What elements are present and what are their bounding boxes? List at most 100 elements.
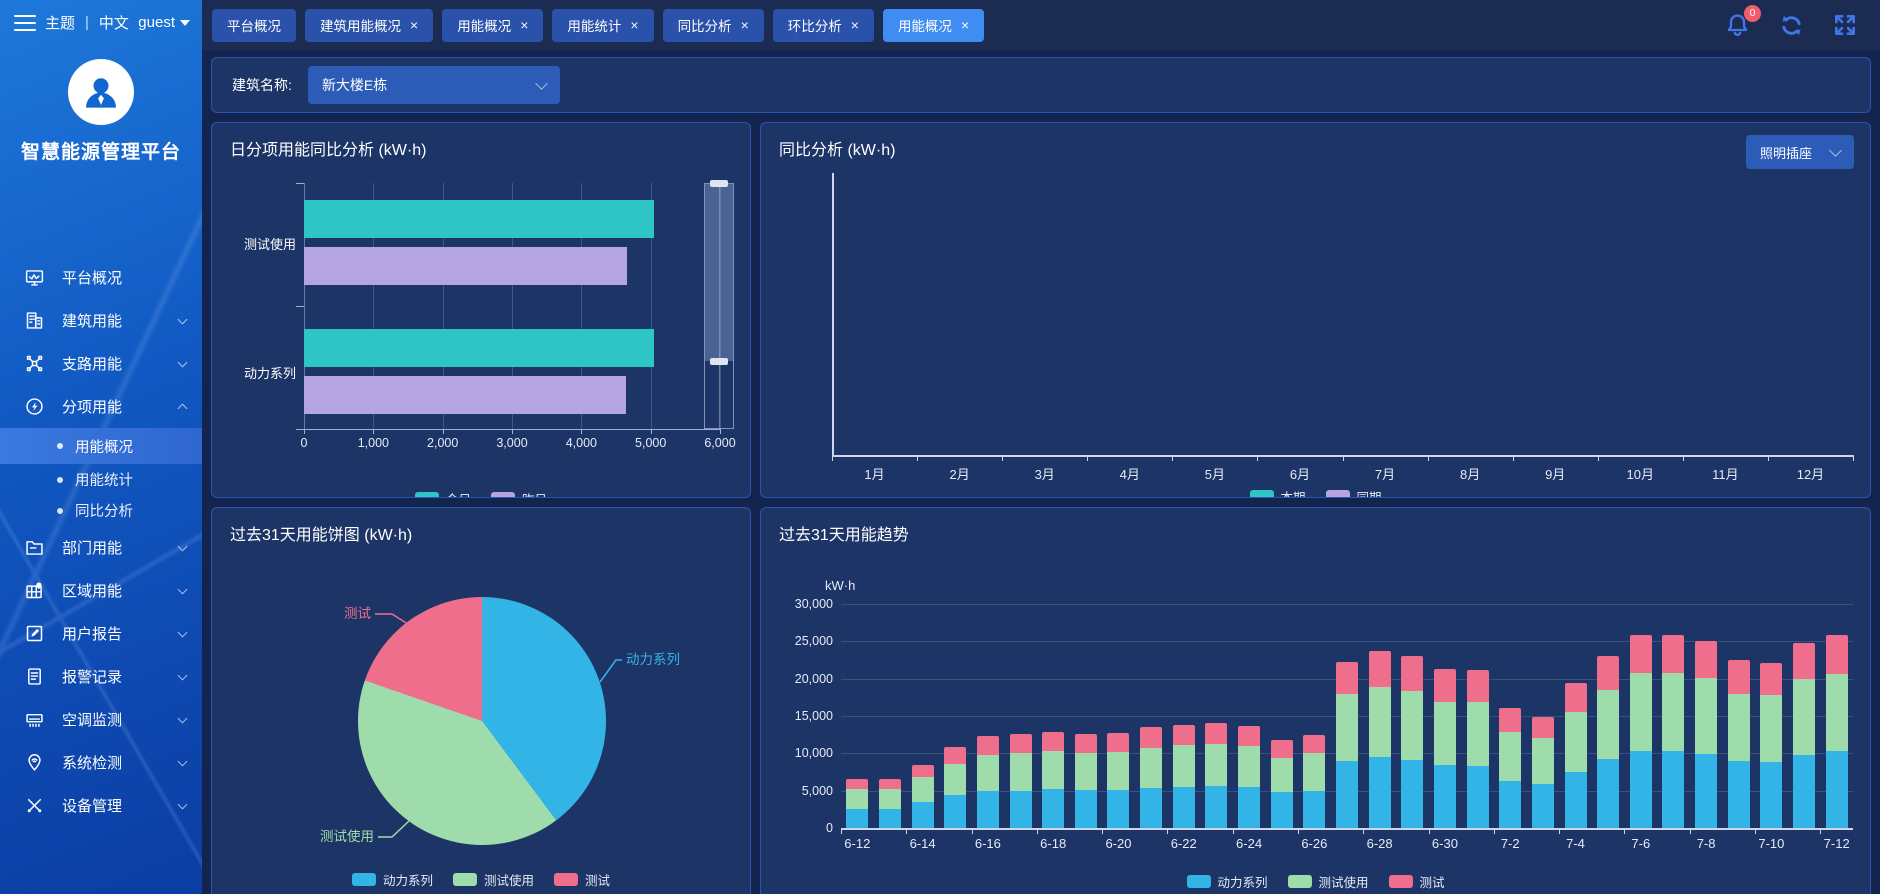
stacked-bar-动力系列[interactable] (1107, 790, 1129, 828)
legend-item[interactable]: 测试 (554, 870, 610, 889)
stacked-bar-测试[interactable] (1075, 734, 1097, 753)
category-select[interactable]: 照明插座 (1746, 135, 1854, 169)
sidebar-item-4[interactable]: 分项用能 (0, 385, 202, 428)
stacked-bar-测试[interactable] (1467, 670, 1489, 702)
stacked-bar-动力系列[interactable] (1336, 761, 1358, 828)
stacked-bar-测试使用[interactable] (1075, 753, 1097, 790)
stacked-bar-测试使用[interactable] (1205, 744, 1227, 787)
datazoom-selected-range[interactable] (705, 184, 733, 361)
stacked-bar-动力系列[interactable] (1369, 757, 1391, 828)
tab-close-icon[interactable]: × (410, 17, 418, 33)
user-menu[interactable]: guest (138, 14, 190, 31)
stacked-bar-动力系列[interactable] (1793, 755, 1815, 828)
stacked-bar-测试使用[interactable] (1434, 702, 1456, 765)
stacked-bar-测试使用[interactable] (1826, 674, 1848, 751)
tab-close-icon[interactable]: × (741, 17, 749, 33)
stacked-bar-测试使用[interactable] (944, 764, 966, 795)
datazoom-handle-bottom[interactable] (710, 358, 728, 365)
legend-item[interactable]: 测试使用 (453, 870, 534, 889)
tab-1[interactable]: 平台概况 (212, 9, 296, 42)
stacked-bar-动力系列[interactable] (1010, 791, 1032, 828)
sidebar-item-8[interactable]: 报警记录 (0, 655, 202, 698)
stacked-bar-测试使用[interactable] (1271, 758, 1293, 792)
sidebar-item-3[interactable]: 支路用能 (0, 342, 202, 385)
stacked-bar-动力系列[interactable] (1826, 751, 1848, 828)
stacked-bar-动力系列[interactable] (1173, 787, 1195, 828)
legend-item[interactable]: 同期 (1326, 487, 1382, 498)
stacked-bar-测试[interactable] (1271, 740, 1293, 758)
stacked-bar-测试使用[interactable] (1532, 738, 1554, 784)
datazoom-handle-top[interactable] (710, 180, 728, 187)
stacked-bar-动力系列[interactable] (1140, 788, 1162, 828)
fullscreen-icon[interactable] (1832, 12, 1858, 38)
stacked-bar-测试使用[interactable] (1173, 745, 1195, 787)
tab-4[interactable]: 用能统计× (552, 9, 653, 42)
stacked-bar-动力系列[interactable] (1075, 790, 1097, 828)
bar-今日[interactable] (304, 329, 654, 367)
theme-link[interactable]: 主题 (45, 12, 75, 33)
stacked-bar-动力系列[interactable] (846, 809, 868, 828)
stacked-bar-测试使用[interactable] (1499, 732, 1521, 781)
tab-6[interactable]: 环比分析× (773, 9, 874, 42)
tab-7[interactable]: 用能概况× (883, 9, 984, 42)
stacked-bar-测试[interactable] (1107, 733, 1129, 752)
stacked-bar-测试[interactable] (1597, 656, 1619, 690)
tab-5[interactable]: 同比分析× (663, 9, 764, 42)
stacked-bar-测试[interactable] (1728, 660, 1750, 694)
stacked-bar-测试[interactable] (1205, 723, 1227, 743)
stacked-bar-测试使用[interactable] (1760, 695, 1782, 762)
stacked-bar-动力系列[interactable] (1532, 784, 1554, 828)
stacked-bar-测试[interactable] (1826, 635, 1848, 673)
stacked-bar-测试使用[interactable] (846, 789, 868, 808)
stacked-bar-动力系列[interactable] (1630, 751, 1652, 828)
avatar[interactable] (68, 59, 134, 125)
stacked-bar-测试使用[interactable] (1695, 678, 1717, 754)
stacked-bar-测试使用[interactable] (879, 789, 901, 808)
stacked-bar-测试[interactable] (1238, 726, 1260, 746)
stacked-bar-测试使用[interactable] (1369, 687, 1391, 757)
stacked-bar-测试[interactable] (879, 779, 901, 789)
stacked-bar-动力系列[interactable] (1760, 762, 1782, 828)
sidebar-subitem[interactable]: 同比分析 (0, 495, 202, 526)
stacked-bar-测试[interactable] (1565, 683, 1587, 712)
stacked-bar-动力系列[interactable] (1467, 766, 1489, 828)
tab-2[interactable]: 建筑用能概况× (305, 9, 433, 42)
stacked-bar-测试使用[interactable] (912, 777, 934, 802)
stacked-bar-测试使用[interactable] (1140, 748, 1162, 788)
stacked-bar-测试[interactable] (1630, 635, 1652, 673)
stacked-bar-测试[interactable] (1010, 734, 1032, 753)
legend-item[interactable]: 测试 (1389, 872, 1445, 891)
stacked-bar-测试使用[interactable] (977, 755, 999, 792)
stacked-bar-动力系列[interactable] (1205, 786, 1227, 828)
stacked-bar-测试使用[interactable] (1042, 751, 1064, 789)
stacked-bar-动力系列[interactable] (1401, 760, 1423, 828)
sidebar-item-2[interactable]: 建筑用能 (0, 299, 202, 342)
stacked-bar-动力系列[interactable] (1695, 754, 1717, 828)
tab-3[interactable]: 用能概况× (442, 9, 543, 42)
refresh-icon[interactable] (1778, 12, 1805, 39)
stacked-bar-动力系列[interactable] (879, 809, 901, 828)
stacked-bar-动力系列[interactable] (1597, 759, 1619, 828)
legend-item[interactable]: 本期 (1249, 487, 1305, 498)
stacked-bar-测试[interactable] (1499, 708, 1521, 732)
stacked-bar-测试使用[interactable] (1336, 694, 1358, 760)
stacked-bar-测试使用[interactable] (1793, 679, 1815, 755)
stacked-bar-测试[interactable] (1434, 669, 1456, 702)
stacked-bar-测试使用[interactable] (1565, 712, 1587, 772)
stacked-bar-动力系列[interactable] (1499, 781, 1521, 828)
legend-item[interactable]: 动力系列 (1186, 872, 1267, 891)
stacked-bar-动力系列[interactable] (977, 791, 999, 828)
stacked-bar-测试使用[interactable] (1630, 673, 1652, 751)
stacked-bar-测试[interactable] (912, 765, 934, 778)
stacked-bar-动力系列[interactable] (1728, 761, 1750, 828)
stacked-bar-动力系列[interactable] (1238, 787, 1260, 828)
tab-close-icon[interactable]: × (961, 17, 969, 33)
legend-item[interactable]: 昨日 (491, 489, 547, 498)
stacked-bar-测试[interactable] (1401, 656, 1423, 691)
sidebar-item-10[interactable]: 系统检测 (0, 741, 202, 784)
bar-昨日[interactable] (304, 247, 627, 285)
stacked-bar-动力系列[interactable] (1042, 789, 1064, 828)
stacked-bar-动力系列[interactable] (1271, 792, 1293, 828)
stacked-bar-测试[interactable] (846, 779, 868, 789)
stacked-bar-测试[interactable] (1369, 651, 1391, 687)
